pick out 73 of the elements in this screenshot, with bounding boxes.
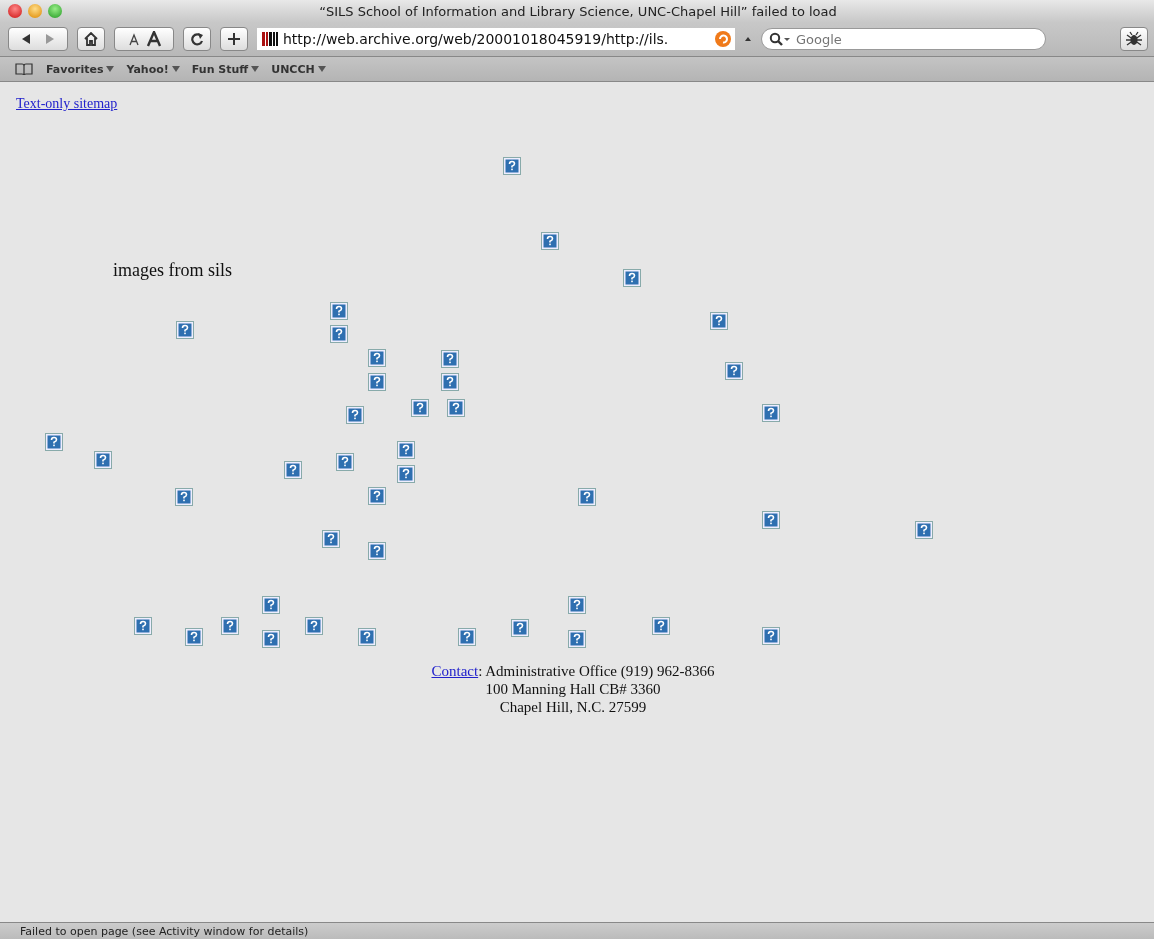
broken-image-icon [336, 453, 354, 471]
broken-image-icon [185, 628, 203, 646]
broken-image-icon [262, 596, 280, 614]
broken-image-icon [541, 232, 559, 250]
broken-image-icon [568, 630, 586, 648]
broken-image-icon [322, 530, 340, 548]
broken-image-icon [652, 617, 670, 635]
broken-image-icon [915, 521, 933, 539]
bookmark-menu[interactable]: Yahoo! [126, 62, 180, 76]
broken-image-icon [221, 617, 239, 635]
bookmark-menu[interactable]: Favorites [46, 62, 115, 76]
broken-image-icon [368, 349, 386, 367]
bookmark-menu[interactable]: UNCCH [271, 62, 326, 76]
address-text: : Administrative Office (919) 962-8366 [478, 663, 715, 679]
address-field[interactable]: http://web.archive.org/web/20001018045919/http://ils. [257, 28, 735, 50]
broken-image-icon [762, 511, 780, 529]
broken-image-icon [176, 321, 194, 339]
broken-image-icon [368, 487, 386, 505]
broken-image-icon [330, 302, 348, 320]
broken-image-icon [368, 373, 386, 391]
broken-image-icon [368, 542, 386, 560]
bookmarks-book-icon[interactable] [14, 62, 34, 76]
dropdown-caret-icon [171, 66, 180, 72]
broken-image-icon [503, 157, 521, 175]
home-button[interactable] [77, 27, 105, 51]
plus-icon [227, 32, 241, 46]
sitemap-link[interactable]: Text-only sitemap [16, 96, 118, 112]
archive-icon [261, 30, 279, 48]
dropdown-caret-icon [317, 66, 326, 72]
home-icon [84, 32, 98, 46]
caption-text: images from sils [113, 260, 232, 281]
dropdown-caret-icon [106, 66, 115, 72]
text-size-button[interactable] [114, 27, 174, 51]
broken-image-icon [346, 406, 364, 424]
broken-image-icon [511, 619, 529, 637]
broken-image-icon [710, 312, 728, 330]
search-icon[interactable] [769, 32, 791, 46]
broken-image-icon [262, 630, 280, 648]
bug-icon [1126, 31, 1142, 47]
dropdown-caret-icon [251, 66, 260, 72]
address-text: Chapel Hill, N.C. 27599 [499, 699, 647, 715]
address-text: 100 Manning Hall CB# 3360 [485, 681, 661, 697]
search-field[interactable]: Google [761, 28, 1046, 50]
broken-image-icon [305, 617, 323, 635]
broken-image-icon [725, 362, 743, 380]
broken-image-icon [45, 433, 63, 451]
broken-image-icon [762, 627, 780, 645]
broken-image-icon [284, 461, 302, 479]
broken-image-icon [175, 488, 193, 506]
broken-image-icon [330, 325, 348, 343]
broken-image-icon [762, 404, 780, 422]
broken-image-icon [134, 617, 152, 635]
add-bookmark-button[interactable] [220, 27, 248, 51]
close-button[interactable] [8, 4, 22, 18]
status-text: Failed to open page (see Activity window for details) [20, 924, 309, 938]
broken-image-icon [94, 451, 112, 469]
broken-image-icon [458, 628, 476, 646]
broken-image-icon [397, 465, 415, 483]
broken-image-icon [447, 399, 465, 417]
broken-image-icon [358, 628, 376, 646]
broken-image-icon [411, 399, 429, 417]
bookmark-menu[interactable]: Fun Stuff [191, 62, 260, 76]
reload-button[interactable] [183, 27, 211, 51]
reload-icon [190, 32, 204, 46]
window-title: “SILS School of Information and Library Science, UNC-Chapel Hill” failed to load [318, 3, 838, 19]
back-forward-button[interactable] [8, 27, 68, 51]
broken-image-icon [578, 488, 596, 506]
broken-image-icon [397, 441, 415, 459]
broken-image-icon [441, 373, 459, 391]
bug-button[interactable] [1120, 27, 1148, 51]
broken-image-icon [441, 350, 459, 368]
broken-image-icon [568, 596, 586, 614]
broken-image-icon [623, 269, 641, 287]
